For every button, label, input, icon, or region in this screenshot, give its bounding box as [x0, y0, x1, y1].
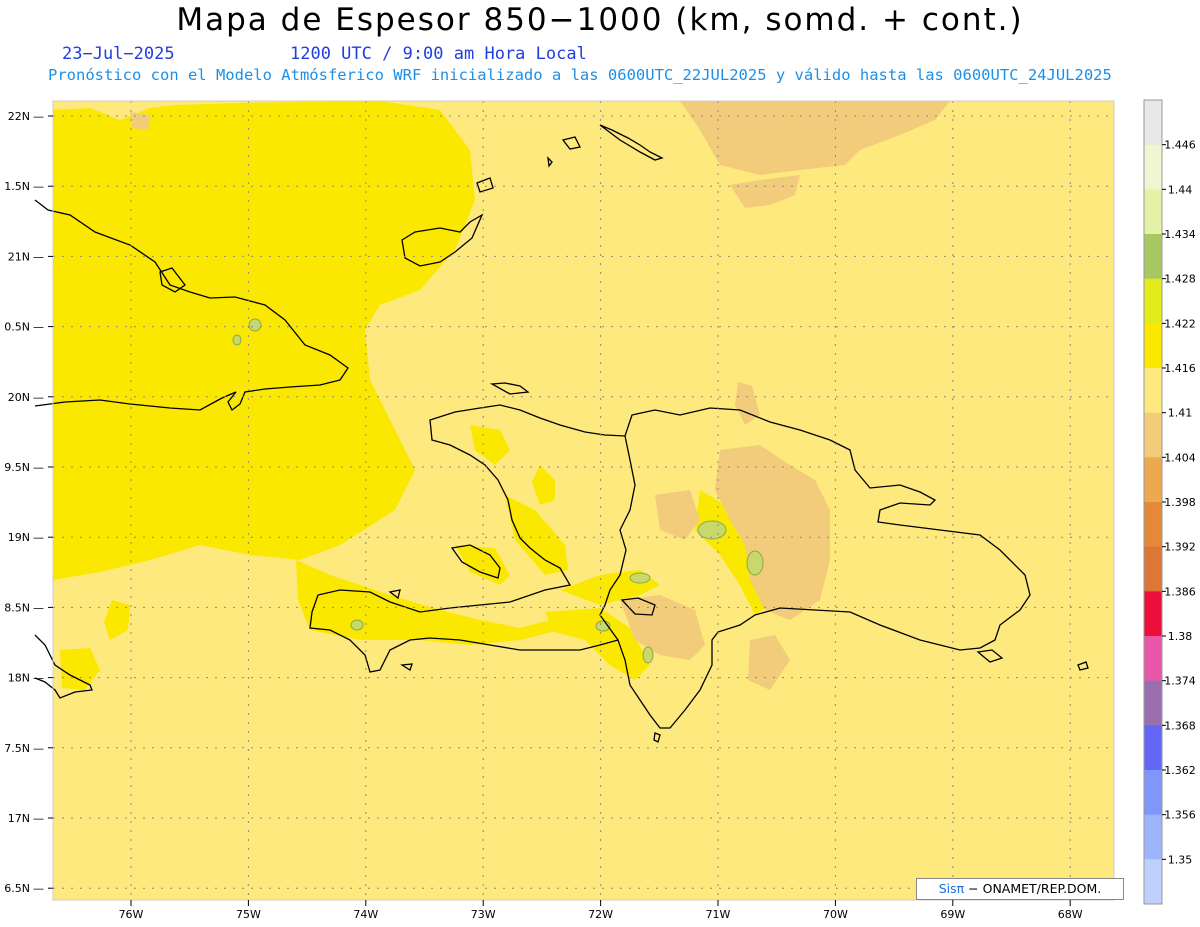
colorbar-label: 1.362: [1164, 764, 1196, 777]
lat-tick-mark: —: [33, 531, 44, 544]
lon-label: 68W: [1058, 908, 1083, 921]
lat-label: 18N: [8, 672, 30, 685]
colorbar-label: 1.41: [1168, 407, 1193, 420]
lat-tick-mark: —: [33, 461, 44, 474]
lat-tick-mark: —: [33, 812, 44, 825]
lon-label: 72W: [588, 908, 613, 921]
colorbar-swatch: [1144, 368, 1162, 414]
lat-tick-mark: —: [33, 321, 44, 334]
lat-label: 7.5N: [4, 742, 30, 755]
colorbar-swatch: [1144, 323, 1162, 369]
colorbar-label: 1.356: [1164, 809, 1196, 822]
lat-tick-mark: —: [33, 742, 44, 755]
lat-tick-mark: —: [33, 882, 44, 895]
lat-tick-mark: —: [33, 180, 44, 193]
colorbar-label: 1.368: [1164, 719, 1196, 732]
colorbar-swatch: [1144, 680, 1162, 726]
colorbar-label: 1.38: [1168, 630, 1193, 643]
lat-label: 0.5N: [4, 321, 30, 334]
colorbar-swatch: [1144, 814, 1162, 860]
thickness-map: 22N —1.5N —21N —0.5N —20N —9.5N —19N —8.5N —18N —…: [4, 99, 1196, 921]
lat-label: 8.5N: [4, 601, 30, 614]
colorbar-swatch: [1144, 725, 1162, 771]
lon-label: 76W: [119, 908, 144, 921]
colorbar-swatch: [1144, 457, 1162, 503]
lat-label: 21N: [8, 250, 30, 263]
colorbar-label: 1.434: [1164, 228, 1196, 241]
lon-label: 74W: [353, 908, 378, 921]
colorbar-label: 1.398: [1164, 496, 1196, 509]
colorbar-swatch: [1144, 502, 1162, 548]
lon-label: 69W: [940, 908, 965, 921]
lon-label: 73W: [471, 908, 496, 921]
lat-label: 19N: [8, 531, 30, 544]
colorbar-swatch: [1144, 591, 1162, 637]
colorbar-swatch: [1144, 100, 1162, 146]
credit-brand: Sisπ: [938, 881, 965, 896]
lat-tick-mark: —: [33, 110, 44, 123]
colorbar: 1.446 1.44 1.434 1.428 1.422 1.416 1.41 1.404 1.…: [1143, 99, 1196, 905]
lon-label: 70W: [823, 908, 848, 921]
colorbar-label: 1.386: [1164, 585, 1196, 598]
colorbar-label: 1.35: [1168, 853, 1193, 866]
lat-label: 6.5N: [4, 882, 30, 895]
colorbar-swatch: [1144, 144, 1162, 190]
colorbar-swatch: [1144, 636, 1162, 682]
colorbar-swatch: [1144, 278, 1162, 324]
colorbar-swatch: [1144, 189, 1162, 235]
lat-tick-mark: —: [33, 672, 44, 685]
lat-label: 22N: [8, 110, 30, 123]
lat-label: 17N: [8, 812, 30, 825]
credit-box: Sisπ − ONAMET/REP.DOM.: [916, 878, 1124, 900]
colorbar-label: 1.446: [1164, 139, 1196, 152]
lat-label: 20N: [8, 391, 30, 404]
colorbar-label: 1.392: [1164, 541, 1196, 554]
credit-text: − ONAMET/REP.DOM.: [968, 881, 1102, 896]
colorbar-swatch: [1144, 546, 1162, 592]
colorbar-label: 1.422: [1164, 317, 1196, 330]
colorbar-swatch: [1144, 770, 1162, 816]
lat-tick-mark: —: [33, 250, 44, 263]
lat-label: 1.5N: [4, 180, 30, 193]
colorbar-label: 1.404: [1164, 451, 1196, 464]
lat-label: 9.5N: [4, 461, 30, 474]
colorbar-swatch: [1144, 412, 1162, 458]
colorbar-label: 1.44: [1168, 183, 1193, 196]
colorbar-swatch: [1144, 234, 1162, 280]
colorbar-label: 1.428: [1164, 273, 1196, 286]
lat-tick-mark: —: [33, 391, 44, 404]
lon-label: 75W: [236, 908, 261, 921]
colorbar-label: 1.374: [1164, 675, 1196, 688]
colorbar-label: 1.416: [1164, 362, 1196, 375]
colorbar-swatch: [1144, 859, 1162, 905]
lon-label: 71W: [706, 908, 731, 921]
lat-tick-mark: —: [33, 601, 44, 614]
